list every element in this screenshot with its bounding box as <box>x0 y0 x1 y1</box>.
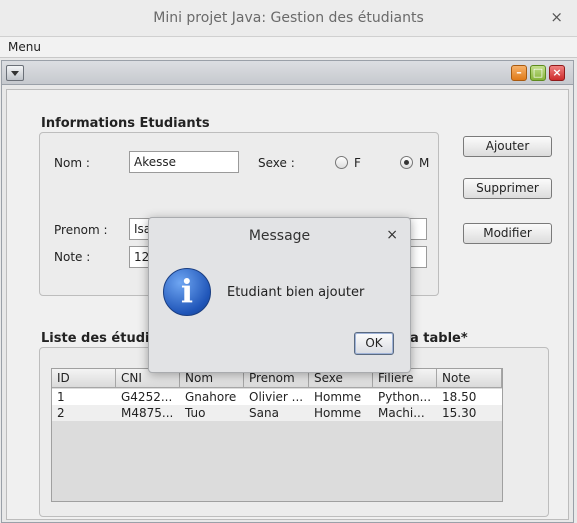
frame-close-button[interactable]: × <box>549 65 565 81</box>
sexe-radio-f[interactable] <box>335 156 348 169</box>
cell-cni: M4875... <box>121 406 174 420</box>
supprimer-button[interactable]: Supprimer <box>463 178 552 199</box>
close-icon: × <box>552 66 562 79</box>
ajouter-button[interactable]: Ajouter <box>463 136 552 157</box>
cell-prenom: Olivier ... <box>249 390 304 404</box>
window-titlebar: Mini projet Java: Gestion des étudiants … <box>0 0 577 37</box>
maximize-icon: □ <box>532 66 544 79</box>
sexe-radio-m[interactable] <box>400 156 413 169</box>
message-dialog: Message × i Etudiant bien ajouter OK <box>148 217 411 373</box>
column-header-id[interactable]: ID <box>52 369 116 388</box>
minimize-button[interactable]: – <box>511 65 527 81</box>
dialog-message: Etudiant bien ajouter <box>227 285 365 300</box>
internal-frame-titlebar: – □ × <box>2 61 573 85</box>
cell-nom: Tuo <box>185 406 206 420</box>
list-section-title-tail: a table* <box>410 331 468 346</box>
cell-sexe: Homme <box>314 406 362 420</box>
cell-sexe: Homme <box>314 390 362 404</box>
cell-id: 2 <box>57 406 65 420</box>
cell-prenom: Sana <box>249 406 279 420</box>
menubar: Menu <box>0 37 577 58</box>
table-row[interactable]: 1 G4252... Gnahore Olivier ... Homme Pyt… <box>52 389 502 405</box>
cell-id: 1 <box>57 390 65 404</box>
nom-label: Nom : <box>54 156 90 170</box>
minimize-icon: – <box>516 66 522 79</box>
sexe-option-m-label: M <box>419 156 430 170</box>
students-table[interactable]: ID CNI Nom Prenom Sexe Filiere Note 1 G4… <box>51 368 503 502</box>
info-icon: i <box>163 268 211 316</box>
window-close-icon[interactable]: × <box>550 8 563 26</box>
prenom-label: Prenom : <box>54 223 108 237</box>
form-section-title: Informations Etudiants <box>41 116 210 131</box>
window-title: Mini projet Java: Gestion des étudiants <box>153 10 424 26</box>
table-row[interactable]: 2 M4875... Tuo Sana Homme Machi... 15.30 <box>52 405 502 421</box>
column-header-note[interactable]: Note <box>437 369 502 388</box>
cell-filiere: Machi... <box>378 406 425 420</box>
cell-note: 18.50 <box>442 390 477 404</box>
cell-cni: G4252... <box>121 390 173 404</box>
nom-field[interactable]: Akesse <box>129 151 239 173</box>
ok-button[interactable]: OK <box>354 332 394 355</box>
maximize-button[interactable]: □ <box>530 65 546 81</box>
cell-filiere: Python... <box>378 390 432 404</box>
dialog-close-icon[interactable]: × <box>386 227 398 243</box>
sexe-label: Sexe : <box>258 156 295 170</box>
system-menu-icon[interactable] <box>6 65 24 81</box>
list-section-title: Liste des étudi <box>41 331 150 346</box>
info-glyph: i <box>180 272 194 310</box>
modifier-button[interactable]: Modifier <box>463 223 552 244</box>
sexe-option-f-label: F <box>354 156 361 170</box>
dialog-title: Message <box>248 228 311 244</box>
cell-nom: Gnahore <box>185 390 237 404</box>
cell-note: 15.30 <box>442 406 477 420</box>
menu-item-menu[interactable]: Menu <box>8 40 41 54</box>
note-label: Note : <box>54 250 91 264</box>
